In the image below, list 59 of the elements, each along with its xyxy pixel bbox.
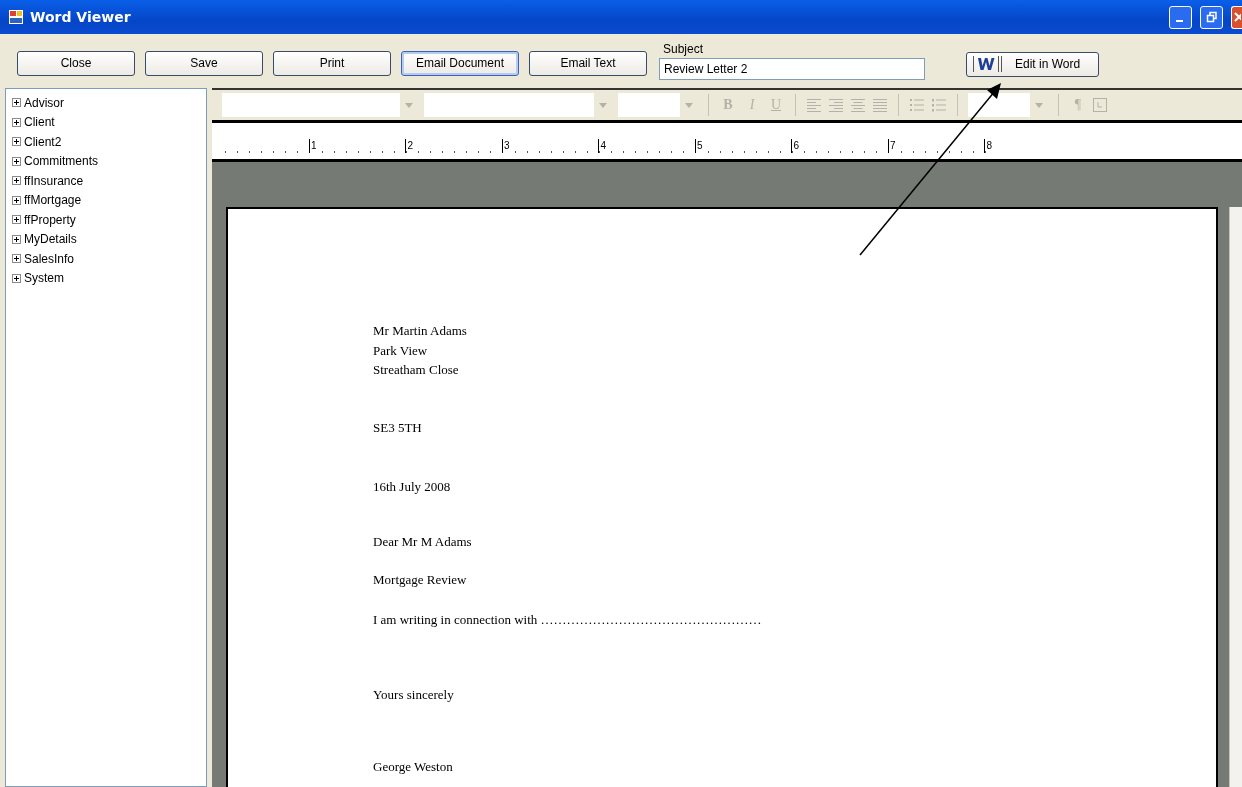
ruler-number: 1	[308, 139, 317, 153]
letter-line: Dear Mr M Adams	[373, 532, 473, 551]
letter-line: I am writing in connection with ……………………………………………	[373, 610, 763, 629]
tree-item[interactable]: Client2	[24, 134, 62, 149]
ruler-number: 8	[984, 139, 992, 153]
expand-icon[interactable]	[12, 195, 21, 205]
letter-line: 16th July 2008	[373, 478, 452, 496]
toolbar-button[interactable]: Print	[273, 50, 391, 76]
letter-line: Streatham Close	[373, 361, 460, 379]
expand-icon[interactable]	[12, 273, 21, 283]
expand-icon[interactable]	[12, 117, 21, 127]
window-title: Word Viewer	[30, 9, 132, 25]
expand-icon[interactable]	[12, 176, 21, 186]
expand-icon[interactable]	[12, 254, 21, 264]
tree-item[interactable]: Commitments	[24, 154, 98, 169]
ruler-number: 5	[694, 139, 703, 153]
expand-icon[interactable]	[12, 234, 21, 244]
dropdown-arrow-icon	[1035, 102, 1043, 108]
subject-field[interactable]: Review Letter 2	[659, 58, 925, 80]
minimize-button[interactable]	[1169, 5, 1192, 29]
letter-line: Mr Martin Adams	[373, 322, 468, 340]
tree-item[interactable]: Client	[24, 115, 55, 130]
dropdown-arrow-icon	[405, 102, 413, 108]
scroll-bar[interactable]	[1229, 207, 1242, 787]
toolbar-button[interactable]: Email Document	[401, 50, 519, 76]
tree-item[interactable]: ffProperty	[24, 212, 76, 227]
tree-item[interactable]: MyDetails	[24, 232, 77, 247]
tree-item[interactable]: SalesInfo	[24, 251, 75, 266]
restore-icon	[1205, 11, 1218, 23]
expand-icon[interactable]	[12, 215, 21, 225]
app-icon	[8, 9, 24, 25]
minimize-icon	[1175, 20, 1183, 22]
restore-button[interactable]	[1200, 5, 1223, 29]
tree-item[interactable]: System	[24, 271, 64, 286]
close-icon	[1233, 11, 1241, 23]
tree-item[interactable]: Advisor	[24, 95, 64, 110]
edit-in-word-button[interactable]: Edit in Word	[966, 51, 1099, 77]
expand-icon[interactable]	[12, 156, 21, 166]
ruler-number: 6	[791, 139, 799, 153]
tree-item[interactable]: ffInsurance	[24, 173, 84, 188]
ruler-number: 3	[501, 139, 510, 153]
toolbar-button[interactable]: Save	[145, 50, 263, 76]
letter-line: George Weston	[373, 757, 454, 776]
letter-line: SE3 5TH	[373, 418, 423, 437]
ruler-number: 2	[405, 139, 413, 153]
subject-label: Subject	[663, 42, 705, 56]
toolbar-button[interactable]: Email Text	[529, 50, 647, 76]
dropdown-arrow-icon	[685, 102, 693, 108]
ruler-number: 4	[598, 139, 606, 153]
expand-icon[interactable]	[12, 98, 21, 108]
ruler-number: 7	[887, 139, 896, 153]
letter-line: Yours sincerely	[373, 686, 455, 704]
expand-icon[interactable]	[12, 137, 21, 147]
tree-item[interactable]: ffMortgage	[24, 193, 82, 208]
toolbar-button[interactable]: Close	[17, 50, 135, 76]
close-button[interactable]	[1231, 5, 1242, 29]
letter-line: Mortgage Review	[373, 571, 468, 589]
letter-line: Park View	[373, 341, 429, 360]
dropdown-arrow-icon	[599, 102, 607, 108]
